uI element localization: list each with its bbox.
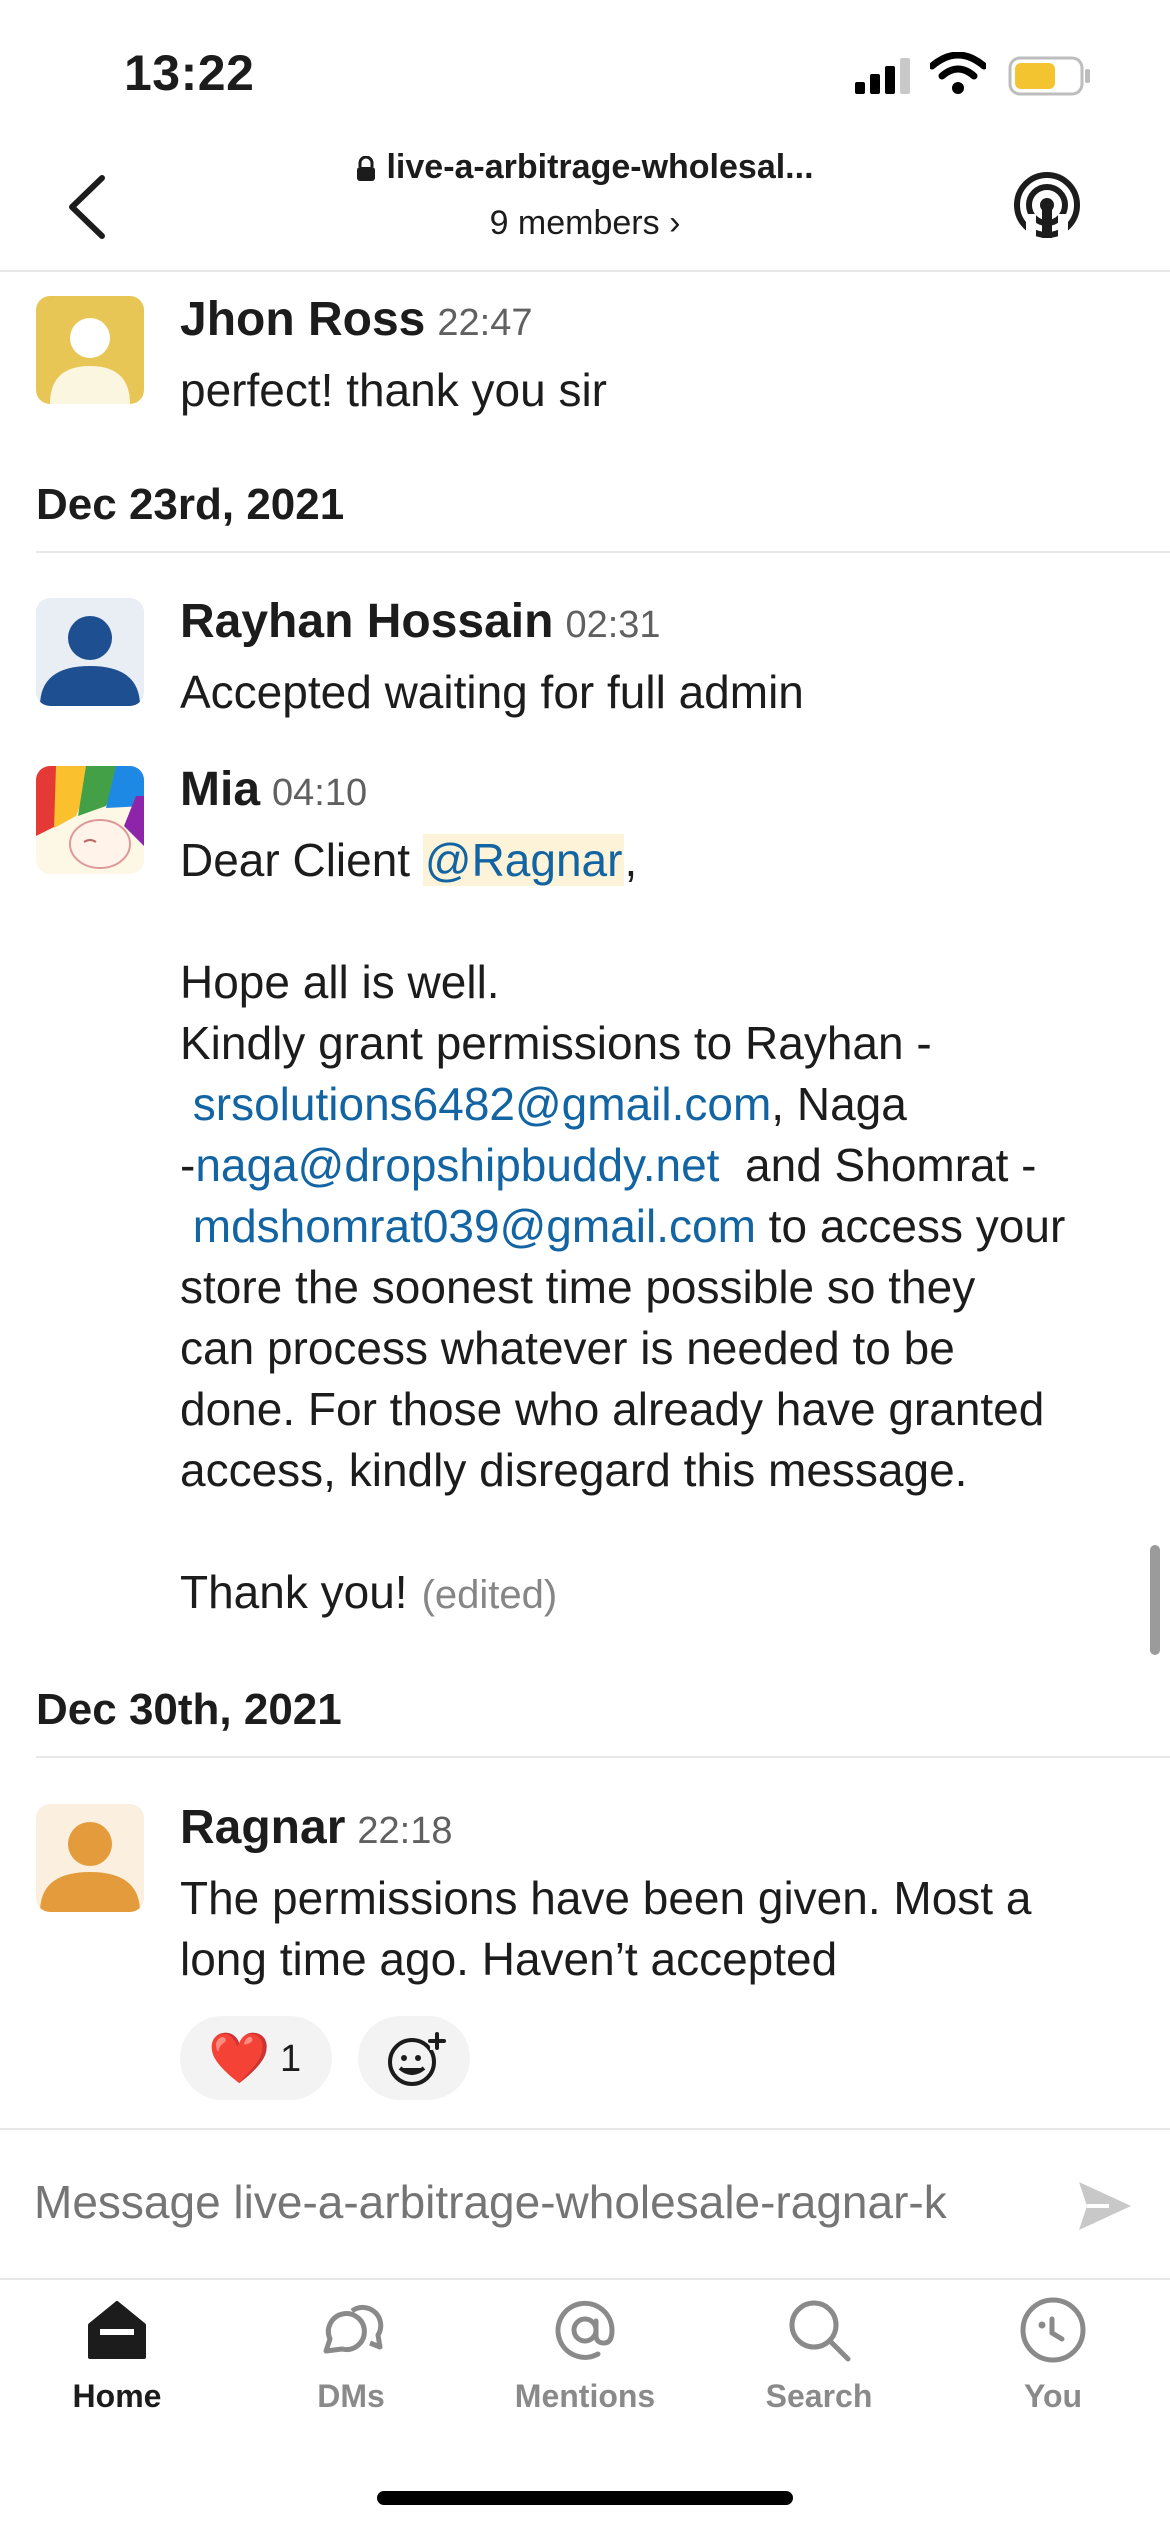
home-indicator [377,2491,793,2505]
channel-title[interactable]: live-a-arbitrage-wholesal... [0,148,1170,187]
reaction-heart[interactable]: ❤️ 1 [180,2016,332,2100]
date-separator: Dec 30th, 2021 [36,1685,342,1734]
battery-icon [1008,56,1090,96]
tab-home[interactable]: Home [0,2295,234,2415]
tab-mentions[interactable]: Mentions [468,2295,702,2415]
message-time: 04:10 [272,772,368,814]
avatar-jhon-ross[interactable] [36,296,144,404]
email-link[interactable]: srsolutions6482@gmail.com [193,1078,772,1130]
edited-label: (edited) [421,1573,558,1617]
email-link[interactable]: mdshomrat039@gmail.com [193,1200,756,1252]
reaction-count: 1 [280,2038,302,2080]
lock-icon [357,156,376,182]
message-time: 02:31 [565,604,661,646]
message-text: The permissions have been given. Most a … [180,1872,1032,1985]
add-reaction-button[interactable] [358,2016,470,2100]
tabbar-divider [0,2278,1170,2280]
add-reaction-icon [388,2032,446,2086]
message-author[interactable]: Ragnar 22:18 [180,1800,452,1855]
avatar-rayhan-hossain[interactable] [36,598,144,706]
heart-icon: ❤️ [208,2030,271,2086]
user-mention[interactable]: @Ragnar [422,834,625,886]
scrollbar[interactable] [1150,1545,1160,1655]
composer-divider [0,2128,1170,2130]
message-author[interactable]: Mia 04:10 [180,762,367,817]
avatar-ragnar[interactable] [36,1804,144,1912]
message-time: 22:18 [357,1810,453,1852]
mentions-icon [555,2300,615,2360]
date-divider [36,1756,1170,1758]
message-text: Accepted waiting for full admin [180,666,804,718]
search-icon [789,2300,851,2362]
header-divider [0,270,1170,272]
message-author[interactable]: Rayhan Hossain 02:31 [180,594,661,649]
tab-you[interactable]: You [936,2295,1170,2415]
message-time: 22:47 [437,302,533,344]
message-author[interactable]: Jhon Ross 22:47 [180,292,532,347]
date-divider [36,551,1170,553]
home-icon [88,2301,146,2359]
members-count[interactable]: 9 members › [0,204,1170,243]
message-input[interactable] [34,2175,1034,2229]
tab-search[interactable]: Search [702,2295,936,2415]
date-separator: Dec 23rd, 2021 [36,480,345,529]
message-text: Dear Client @Ragnar, Hope all is well. K… [180,834,1066,1618]
avatar-mia[interactable] [36,766,144,874]
huddle-icon[interactable] [1012,170,1082,240]
cellular-signal-icon [855,58,910,94]
tab-dms[interactable]: DMs [234,2295,468,2415]
wifi-icon [930,52,986,94]
channel-name: live-a-arbitrage-wholesal... [386,148,814,186]
dms-icon [323,2305,384,2354]
send-icon[interactable] [1075,2178,1135,2234]
message-text: perfect! thank you sir [180,364,607,416]
you-icon [1020,2297,1086,2363]
email-link[interactable]: naga@dropshipbuddy.net [195,1139,719,1191]
status-time: 13:22 [124,45,255,101]
